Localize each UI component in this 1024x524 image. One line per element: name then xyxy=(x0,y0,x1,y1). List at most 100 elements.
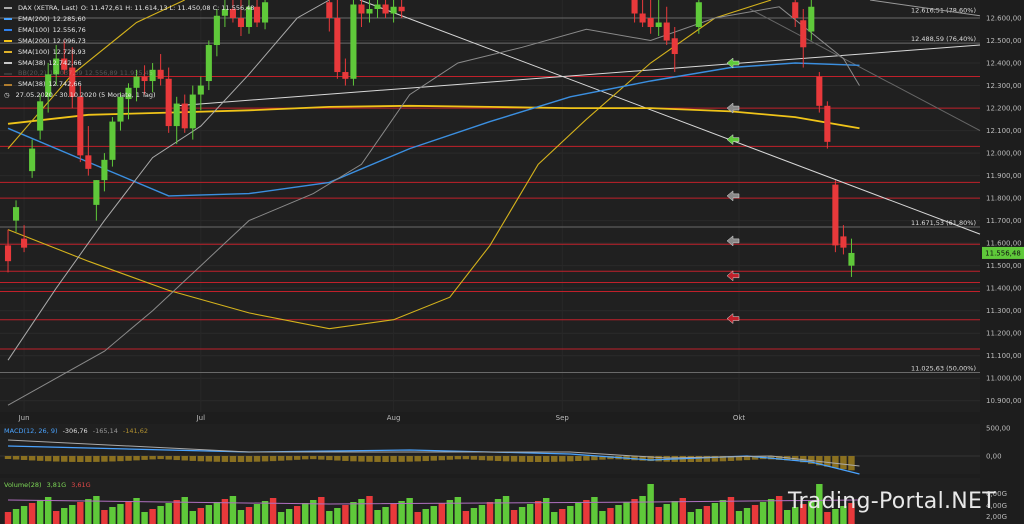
candle-body[interactable] xyxy=(639,13,646,23)
macd-y-label: 0,00 xyxy=(986,453,1002,461)
macd-histogram-bar xyxy=(229,456,237,462)
candle-body[interactable] xyxy=(655,22,662,28)
volume-value-2: 3,61G xyxy=(71,481,91,489)
volume-bar xyxy=(334,508,341,524)
macd-histogram-bar xyxy=(28,456,36,461)
volume-bar xyxy=(751,505,759,524)
macd-histogram-bar xyxy=(293,456,301,460)
macd-histogram-bar xyxy=(591,456,598,461)
volume-bar xyxy=(422,509,429,524)
candle-body[interactable] xyxy=(832,184,839,246)
macd-histogram-bar xyxy=(438,456,445,461)
candle-body[interactable] xyxy=(647,18,654,28)
macd-histogram-bar xyxy=(77,456,84,462)
macd-histogram-bar xyxy=(173,456,180,461)
candle-body[interactable] xyxy=(792,2,799,19)
candle-body[interactable] xyxy=(77,96,84,156)
candle-body[interactable] xyxy=(671,38,678,55)
legend-item-1[interactable]: EMA(100) 12.556,76 xyxy=(4,25,254,36)
candle-body[interactable] xyxy=(631,0,638,14)
candle-body[interactable] xyxy=(808,6,815,32)
macd-label: MACD(12, 26, 9) -306,76 -165,14 -141,62 xyxy=(4,427,151,435)
volume-bar xyxy=(366,496,373,524)
volume-bar xyxy=(599,511,606,524)
candle-body[interactable] xyxy=(695,2,702,28)
macd-histogram-bar xyxy=(302,456,309,460)
candle-body[interactable] xyxy=(816,76,823,106)
candle-body[interactable] xyxy=(663,22,670,41)
candle-body[interactable] xyxy=(85,155,92,169)
macd-histogram-bar xyxy=(478,456,486,461)
volume-bar xyxy=(615,505,622,524)
volume-bar xyxy=(438,503,445,524)
candle-body[interactable] xyxy=(800,20,807,48)
candle-body[interactable] xyxy=(21,238,28,248)
volume-bar xyxy=(583,500,590,524)
volume-title: Volume(28) xyxy=(4,481,42,489)
legend-item-5[interactable]: BB(20,2) 13.037,39 12.556,89 11.935,45 xyxy=(4,68,254,79)
candle-body[interactable] xyxy=(262,2,269,23)
candle-body[interactable] xyxy=(253,6,261,23)
volume-bar xyxy=(197,508,205,524)
candle-body[interactable] xyxy=(93,180,100,205)
volume-bar xyxy=(36,500,44,524)
legend-item-2[interactable]: SMA(200) 12.096,73 xyxy=(4,36,254,47)
macd-histogram-bar xyxy=(462,456,470,460)
candle-body[interactable] xyxy=(366,9,373,14)
macd-histogram-bar xyxy=(261,456,269,462)
y-tick-label: 11.700,00 xyxy=(986,217,1022,225)
candle-body[interactable] xyxy=(326,2,333,19)
volume-bar xyxy=(671,501,678,524)
fib-label: 12.488,59 (76,40%) xyxy=(911,35,976,43)
y-tick-label: 11.100,00 xyxy=(986,352,1022,360)
volume-bar xyxy=(591,497,598,524)
macd-histogram-bar xyxy=(534,456,542,462)
candle-body[interactable] xyxy=(358,4,365,14)
y-tick-label: 11.400,00 xyxy=(986,285,1022,293)
y-tick-label: 10.900,00 xyxy=(986,397,1022,405)
candle-body[interactable] xyxy=(374,4,381,10)
macd-histogram-bar xyxy=(85,456,92,462)
candle-body[interactable] xyxy=(109,121,116,160)
candle-body[interactable] xyxy=(824,105,831,142)
candle-body[interactable] xyxy=(4,245,12,262)
legend-item-4[interactable]: SMA(38) 12.742,66 xyxy=(4,58,254,69)
volume-bar xyxy=(302,503,309,524)
volume-bar xyxy=(414,512,421,524)
macd-histogram-bar xyxy=(446,456,454,460)
volume-bar xyxy=(406,498,413,524)
legend-period: 27.05.2020 - 30.10.2020 (5 Monate, 1 Tag… xyxy=(15,91,156,100)
volume-bar xyxy=(462,511,470,524)
candle-body[interactable] xyxy=(398,6,405,12)
candle-body[interactable] xyxy=(12,207,20,221)
legend-item-6[interactable]: SMA(38) 12.742,66 xyxy=(4,79,254,90)
legend-item-label: SMA(38) xyxy=(18,58,46,67)
candle-body[interactable] xyxy=(840,236,847,248)
candle-body[interactable] xyxy=(848,252,855,266)
volume-bar xyxy=(398,501,405,524)
candle-body[interactable] xyxy=(342,72,349,79)
candle-body[interactable] xyxy=(173,103,180,127)
legend-item-0[interactable]: EMA(200) 12.285,60 xyxy=(4,14,254,25)
candle-body[interactable] xyxy=(390,6,397,14)
macd-histogram-bar xyxy=(543,456,550,462)
volume-bar xyxy=(390,504,397,524)
volume-bar xyxy=(623,502,630,524)
candle-body[interactable] xyxy=(101,159,108,181)
candle-body[interactable] xyxy=(334,18,341,73)
volume-bar xyxy=(28,503,36,524)
x-tick-label: Jun xyxy=(18,414,30,422)
macd-histogram-bar xyxy=(422,456,429,462)
macd-histogram-bar xyxy=(133,456,140,461)
legend-item-label: EMA(100) xyxy=(18,25,50,34)
volume-bar xyxy=(647,484,654,524)
macd-title: MACD(12, 26, 9) xyxy=(4,427,58,435)
candle-body[interactable] xyxy=(37,101,44,131)
candle-body[interactable] xyxy=(29,148,36,172)
candle-body[interactable] xyxy=(350,4,357,79)
volume-label: Volume(28) 3,81G 3,61G xyxy=(4,481,94,489)
candle-body[interactable] xyxy=(181,103,188,129)
legend-item-3[interactable]: SMA(100) 12.728,93 xyxy=(4,47,254,58)
candle-body[interactable] xyxy=(382,4,389,14)
macd-histogram-bar xyxy=(567,456,574,462)
